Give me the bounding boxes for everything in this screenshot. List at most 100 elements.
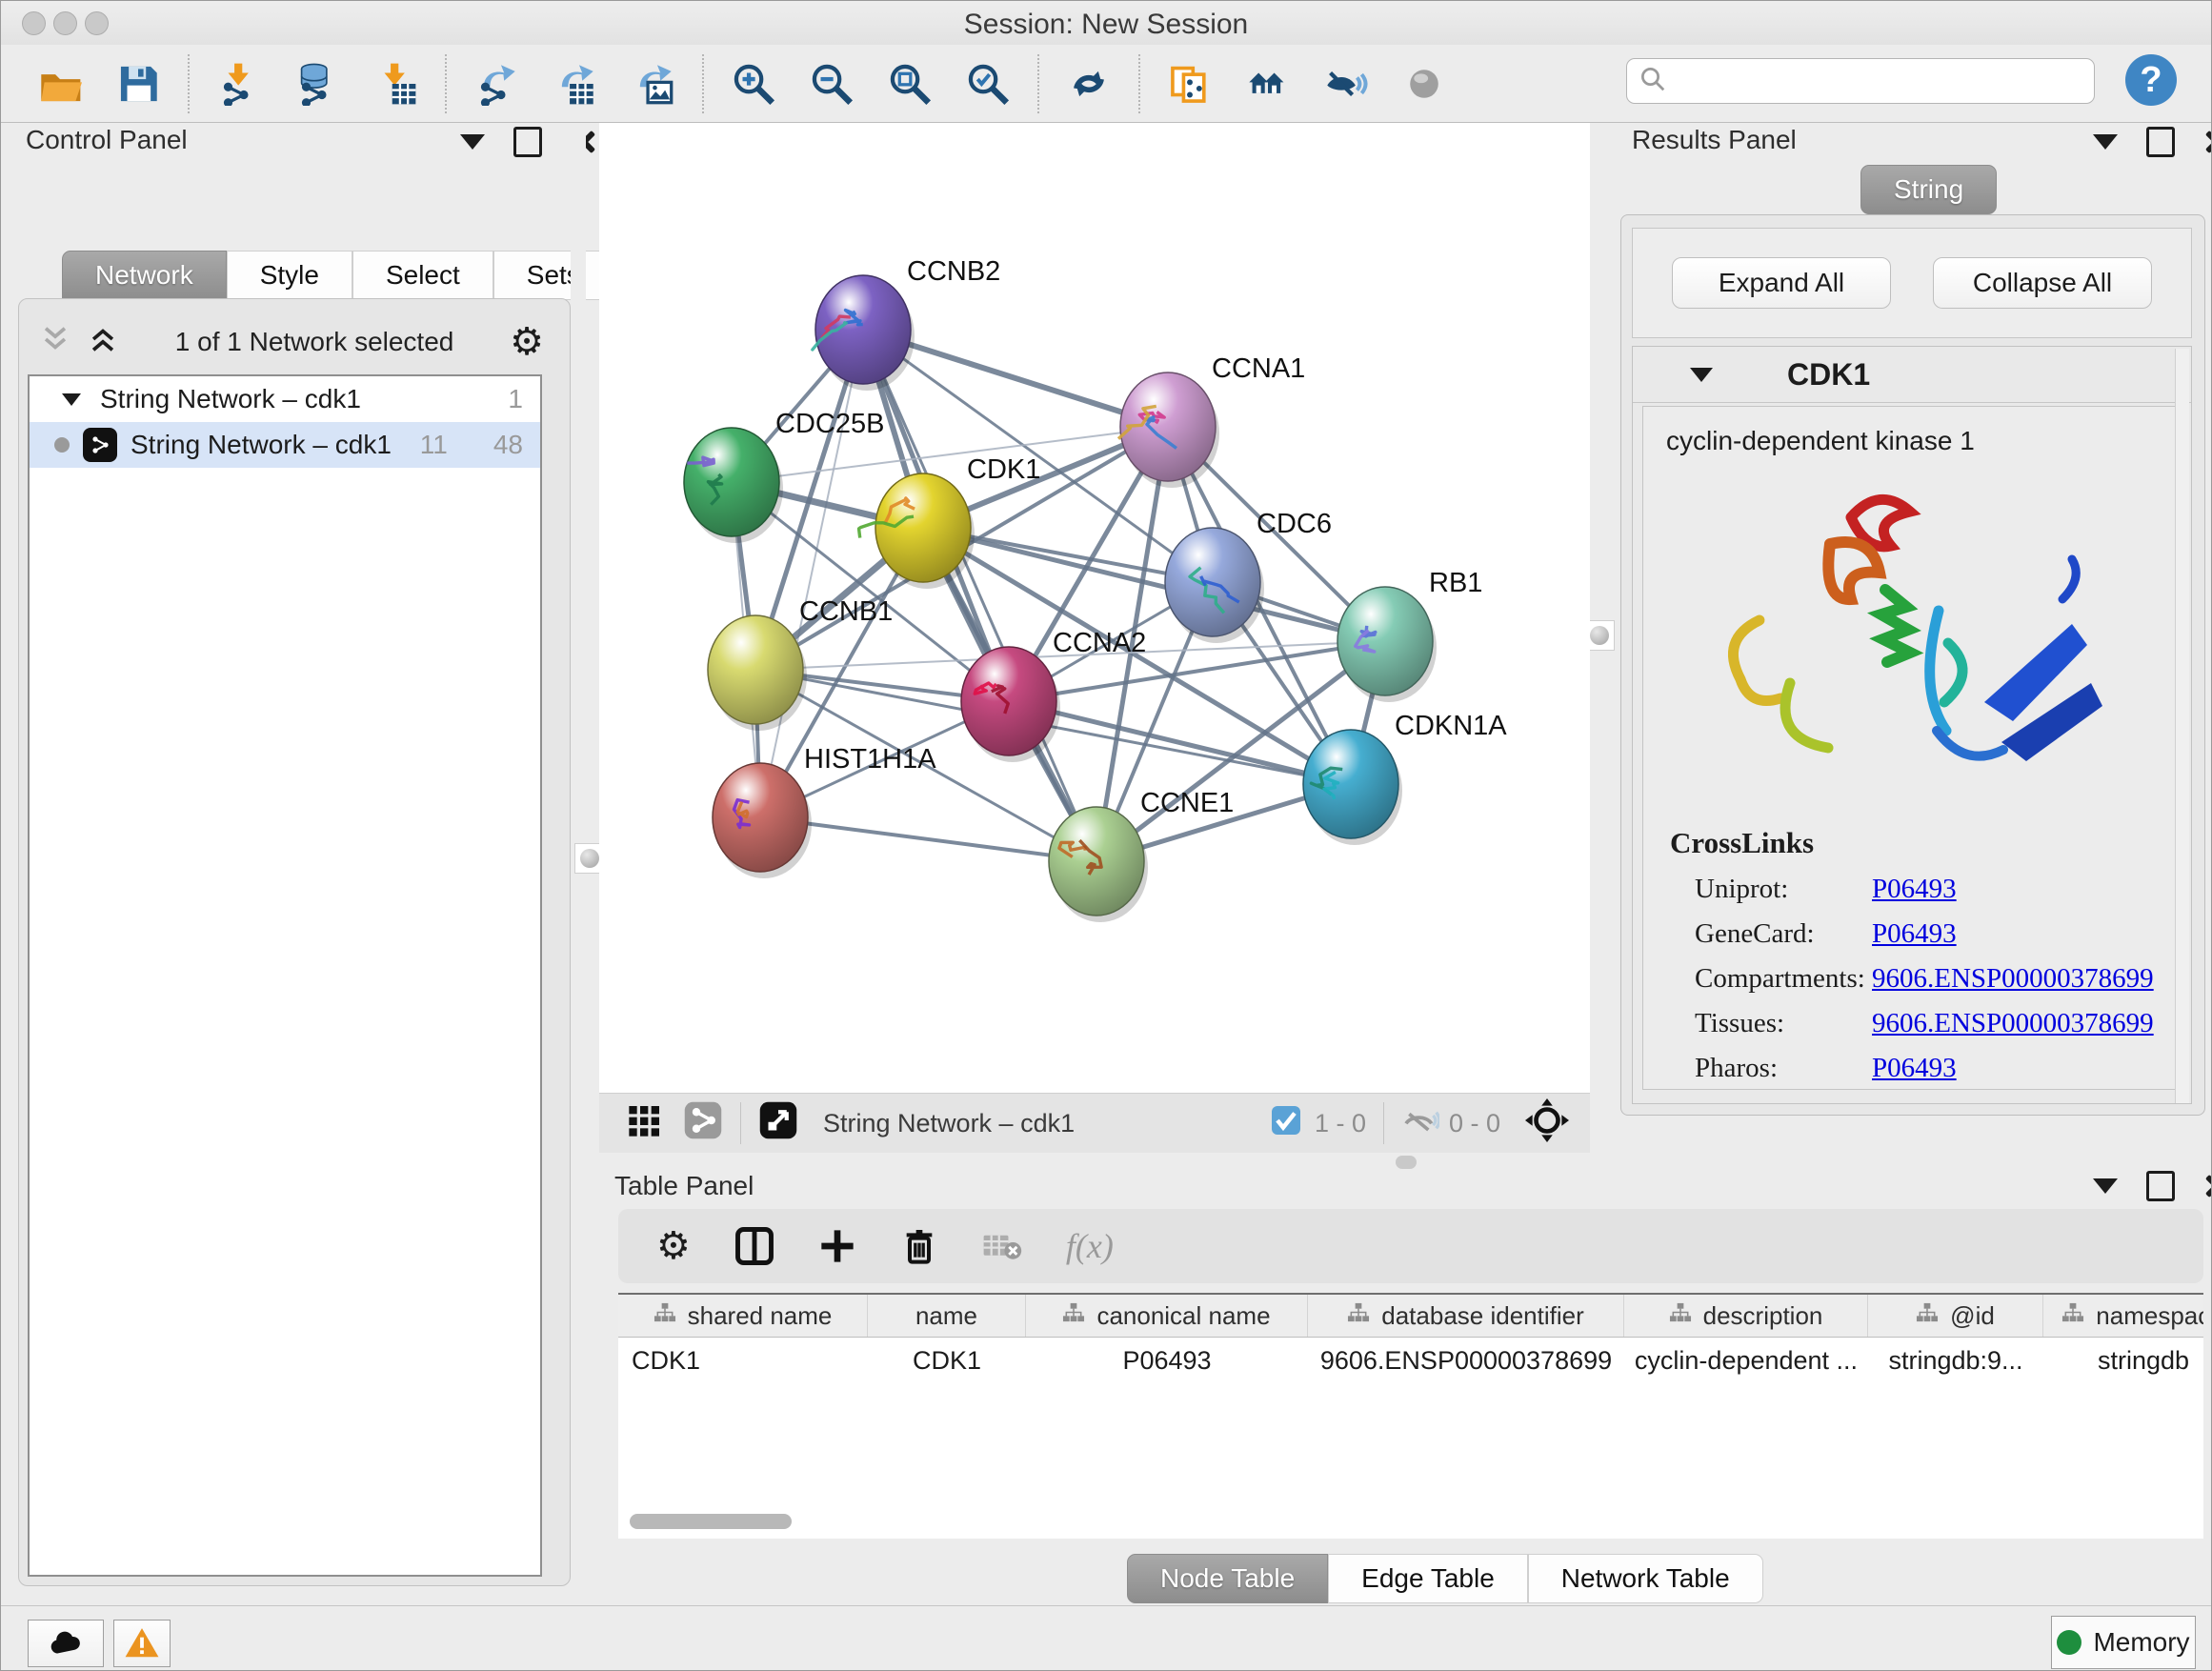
column-header-description[interactable]: description [1624, 1295, 1868, 1337]
memory-button[interactable]: Memory [2051, 1616, 2196, 1669]
save-session-icon[interactable] [111, 57, 165, 111]
tab-sets[interactable]: Sets [493, 251, 613, 300]
expand-collapse-icon[interactable] [62, 393, 81, 406]
crosslink-link[interactable]: P06493 [1872, 874, 1957, 905]
edge-CCNB2-CCNE1[interactable] [863, 330, 1096, 861]
column-header-name[interactable]: name [868, 1295, 1026, 1337]
navbar-separator [740, 1102, 741, 1144]
crosslink-link[interactable]: P06493 [1872, 1053, 1957, 1084]
zoom-selected-icon[interactable] [961, 57, 1015, 111]
expand-all-networks-icon[interactable] [87, 323, 119, 362]
column-header--id[interactable]: @id [1868, 1295, 2043, 1337]
open-session-icon[interactable] [33, 57, 87, 111]
tab-network-table[interactable]: Network Table [1528, 1554, 1763, 1603]
tab-style[interactable]: Style [227, 251, 352, 300]
crosslink-row: Uniprot:P06493 [1670, 874, 2154, 905]
show-columns-icon[interactable] [734, 1226, 774, 1266]
float-menu-icon[interactable] [460, 134, 485, 150]
results-scrollbar[interactable] [2175, 349, 2189, 1103]
node-CCNB2[interactable]: CCNB2 [812, 256, 1000, 391]
close-panel-icon[interactable] [2203, 130, 2212, 154]
results-panel-controls [2093, 127, 2212, 157]
node-HIST1H1A[interactable]: HIST1H1A [713, 744, 936, 878]
cloud-status-button[interactable] [28, 1620, 104, 1667]
collapse-all-networks-icon[interactable] [39, 323, 71, 362]
crosslink-link[interactable]: P06493 [1872, 918, 1957, 950]
import-network-file-icon[interactable] [212, 57, 266, 111]
node-CDK1[interactable]: CDK1 [859, 454, 1041, 589]
zoom-out-icon[interactable] [805, 57, 858, 111]
table-horizontal-scrollbar[interactable] [630, 1514, 792, 1529]
float-panel-icon[interactable] [2146, 127, 2175, 157]
search-box[interactable] [1626, 58, 2095, 104]
node-CCNB1[interactable]: CCNB1 [708, 596, 893, 731]
export-table-icon[interactable] [548, 57, 601, 111]
birds-eye-view-icon[interactable] [758, 1100, 798, 1147]
node-label-CCNA2: CCNA2 [1053, 628, 1146, 658]
create-column-icon[interactable] [818, 1227, 856, 1265]
import-table-file-icon[interactable] [369, 57, 422, 111]
collapse-entry-icon[interactable] [1690, 368, 1713, 382]
warning-status-button[interactable] [113, 1620, 171, 1667]
table-row[interactable]: CDK1CDK1P064939606.ENSP00000378699cyclin… [618, 1338, 2203, 1383]
hide-selected-icon[interactable] [1319, 57, 1373, 111]
network-canvas[interactable]: CCNB2CCNA1CDC25BCDK1CDC6RB1CCNB1CCNA2CDK… [599, 123, 1590, 1093]
right-splitter[interactable] [1590, 123, 1605, 1093]
node-CDKN1A[interactable]: CDKN1A [1303, 711, 1507, 845]
nodes-selected-checkbox[interactable] [1269, 1103, 1303, 1144]
collapse-all-button[interactable]: Collapse All [1933, 257, 2152, 309]
expand-all-button[interactable]: Expand All [1672, 257, 1891, 309]
crosslink-link[interactable]: 9606.ENSP00000378699 [1872, 1008, 2154, 1039]
tab-edge-table[interactable]: Edge Table [1328, 1554, 1528, 1603]
copy-style-icon[interactable] [1163, 57, 1217, 111]
crosslink-link[interactable]: 9606.ENSP00000378699 [1872, 963, 2154, 995]
protein-description: cyclin-dependent kinase 1 [1666, 426, 2181, 456]
export-image-icon[interactable] [626, 57, 679, 111]
column-header-namespace[interactable]: namespace [2043, 1295, 2203, 1337]
node-label-CCNE1: CCNE1 [1140, 788, 1234, 818]
help-button[interactable]: ? [2125, 54, 2177, 106]
tree-row-network[interactable]: String Network – cdk11148 [30, 422, 540, 468]
refresh-layout-icon[interactable] [1062, 57, 1116, 111]
column-header-canonical-name[interactable]: canonical name [1026, 1295, 1308, 1337]
table-options-gear-icon[interactable]: ⚙ [656, 1227, 691, 1265]
status-bar: Memory [1, 1605, 2211, 1671]
network-options-gear-icon[interactable]: ⚙ [510, 323, 544, 361]
edge-CCNA2-CDKN1A[interactable] [1009, 701, 1351, 784]
left-splitter[interactable] [571, 123, 586, 1152]
tab-select[interactable]: Select [352, 251, 493, 300]
delete-table-icon[interactable] [982, 1226, 1022, 1266]
float-menu-icon[interactable] [2093, 134, 2118, 150]
search-icon [1639, 65, 1667, 98]
float-panel-icon[interactable] [513, 127, 542, 157]
delete-column-icon[interactable] [900, 1227, 938, 1265]
node-RB1[interactable]: RB1 [1337, 568, 1482, 702]
function-builder-icon[interactable]: f(x) [1066, 1226, 1114, 1266]
column-header-shared-name[interactable]: shared name [618, 1295, 868, 1337]
tab-network[interactable]: Network [62, 251, 227, 300]
float-menu-icon[interactable] [2093, 1178, 2118, 1194]
zoom-in-icon[interactable] [727, 57, 780, 111]
import-network-database-icon[interactable] [291, 57, 344, 111]
export-network-icon[interactable] [470, 57, 523, 111]
node-CCNE1[interactable]: CCNE1 [1049, 788, 1234, 922]
bottom-splitter-handle[interactable] [1396, 1156, 1417, 1169]
column-header-database-identifier[interactable]: database identifier [1308, 1295, 1624, 1337]
table-cell: stringdb [2043, 1346, 2203, 1376]
tree-row-collection[interactable]: String Network – cdk11 [30, 376, 540, 422]
show-all-icon[interactable] [1398, 57, 1451, 111]
network-view-icon[interactable] [683, 1100, 723, 1147]
crosslink-row: Pharos:P06493 [1670, 1053, 2154, 1084]
result-entry-header[interactable]: CDK1 [1633, 347, 2191, 403]
crosslink-row: Tissues:9606.ENSP00000378699 [1670, 1008, 2154, 1039]
float-panel-icon[interactable] [2146, 1171, 2175, 1201]
first-neighbors-icon[interactable] [1241, 57, 1295, 111]
tab-string[interactable]: String [1860, 165, 1997, 214]
grid-view-icon[interactable] [626, 1101, 664, 1146]
tab-node-table[interactable]: Node Table [1127, 1554, 1328, 1603]
close-panel-icon[interactable] [2203, 1174, 2212, 1198]
search-input[interactable] [1667, 66, 2094, 97]
zoom-fit-icon[interactable] [883, 57, 936, 111]
fit-content-crosshair-icon[interactable] [1525, 1098, 1569, 1149]
column-type-icon [1916, 1301, 1939, 1331]
